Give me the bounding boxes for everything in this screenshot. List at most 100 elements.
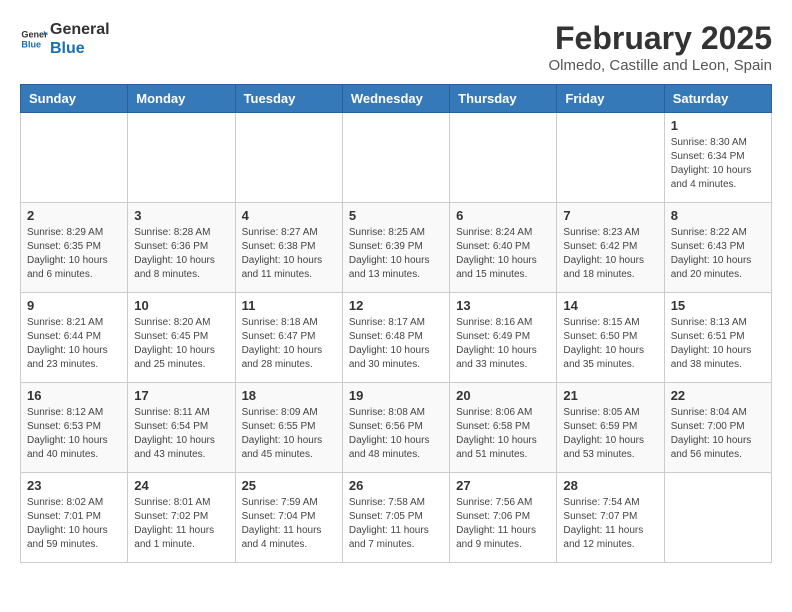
day-number: 27 bbox=[456, 478, 550, 493]
calendar-cell: 14Sunrise: 8:15 AM Sunset: 6:50 PM Dayli… bbox=[557, 293, 664, 383]
day-number: 1 bbox=[671, 118, 765, 133]
calendar-cell: 11Sunrise: 8:18 AM Sunset: 6:47 PM Dayli… bbox=[235, 293, 342, 383]
calendar-table: SundayMondayTuesdayWednesdayThursdayFrid… bbox=[20, 84, 772, 563]
day-number: 6 bbox=[456, 208, 550, 223]
calendar-cell: 4Sunrise: 8:27 AM Sunset: 6:38 PM Daylig… bbox=[235, 203, 342, 293]
day-info: Sunrise: 7:56 AM Sunset: 7:06 PM Dayligh… bbox=[456, 496, 550, 552]
day-number: 23 bbox=[27, 478, 121, 493]
calendar-week-4: 16 Sunrise: 8:12 AM Sunset: 6:53 PM Dayli… bbox=[21, 383, 772, 473]
calendar-cell: 20 Sunrise: 8:06 AM Sunset: 6:58 PM Dayli… bbox=[450, 383, 557, 473]
day-info: Sunrise: 8:13 AM Sunset: 6:51 PM Dayligh… bbox=[671, 316, 765, 372]
day-info: Sunrise: 8:22 AM Sunset: 6:43 PM Dayligh… bbox=[671, 226, 765, 282]
day-info: Sunrise: 8:21 AM Sunset: 6:44 PM Dayligh… bbox=[27, 316, 121, 372]
calendar-cell: 5 Sunrise: 8:25 AM Sunset: 6:39 PM Daylig… bbox=[342, 203, 449, 293]
day-info: Sunrise: 8:24 AM Sunset: 6:40 PM Dayligh… bbox=[456, 226, 550, 282]
calendar-week-2: 2 Sunrise: 8:29 AM Sunset: 6:35 PM Daylig… bbox=[21, 203, 772, 293]
weekday-header-tuesday: Tuesday bbox=[235, 85, 342, 113]
weekday-header-row: SundayMondayTuesdayWednesdayThursdayFrid… bbox=[21, 85, 772, 113]
calendar-cell bbox=[21, 113, 128, 203]
day-info: Sunrise: 8:08 AM Sunset: 6:56 PM Dayligh… bbox=[349, 406, 443, 462]
day-number: 26 bbox=[349, 478, 443, 493]
day-number: 13 bbox=[456, 298, 550, 313]
calendar-cell: 18 Sunrise: 8:09 AM Sunset: 6:55 PM Dayli… bbox=[235, 383, 342, 473]
day-number: 18 bbox=[242, 388, 336, 403]
weekday-header-monday: Monday bbox=[128, 85, 235, 113]
weekday-header-saturday: Saturday bbox=[664, 85, 771, 113]
day-info: Sunrise: 8:09 AM Sunset: 6:55 PM Dayligh… bbox=[242, 406, 336, 462]
calendar-week-1: 1 Sunrise: 8:30 AM Sunset: 6:34 PM Daylig… bbox=[21, 113, 772, 203]
day-number: 22 bbox=[671, 388, 765, 403]
weekday-header-wednesday: Wednesday bbox=[342, 85, 449, 113]
day-info: Sunrise: 8:16 AM Sunset: 6:49 PM Dayligh… bbox=[456, 316, 550, 372]
day-info: Sunrise: 8:11 AM Sunset: 6:54 PM Dayligh… bbox=[134, 406, 228, 462]
day-info: Sunrise: 8:18 AM Sunset: 6:47 PM Dayligh… bbox=[242, 316, 336, 372]
calendar-cell: 3Sunrise: 8:28 AM Sunset: 6:36 PM Daylig… bbox=[128, 203, 235, 293]
calendar-cell: 26 Sunrise: 7:58 AM Sunset: 7:05 PM Dayli… bbox=[342, 473, 449, 563]
calendar-week-5: 23 Sunrise: 8:02 AM Sunset: 7:01 PM Dayli… bbox=[21, 473, 772, 563]
calendar-cell bbox=[450, 113, 557, 203]
calendar-cell: 19 Sunrise: 8:08 AM Sunset: 6:56 PM Dayli… bbox=[342, 383, 449, 473]
day-info: Sunrise: 8:04 AM Sunset: 7:00 PM Dayligh… bbox=[671, 406, 765, 462]
logo: General Blue General Blue bbox=[20, 20, 110, 58]
calendar-cell bbox=[235, 113, 342, 203]
day-info: Sunrise: 8:01 AM Sunset: 7:02 PM Dayligh… bbox=[134, 496, 228, 552]
calendar-cell bbox=[342, 113, 449, 203]
day-info: Sunrise: 8:06 AM Sunset: 6:58 PM Dayligh… bbox=[456, 406, 550, 462]
calendar-cell: 23 Sunrise: 8:02 AM Sunset: 7:01 PM Dayli… bbox=[21, 473, 128, 563]
calendar-cell: 12Sunrise: 8:17 AM Sunset: 6:48 PM Dayli… bbox=[342, 293, 449, 383]
day-info: Sunrise: 8:28 AM Sunset: 6:36 PM Dayligh… bbox=[134, 226, 228, 282]
calendar-cell: 9 Sunrise: 8:21 AM Sunset: 6:44 PM Daylig… bbox=[21, 293, 128, 383]
page-title: February 2025 bbox=[549, 20, 772, 57]
calendar-cell: 21 Sunrise: 8:05 AM Sunset: 6:59 PM Dayli… bbox=[557, 383, 664, 473]
day-number: 8 bbox=[671, 208, 765, 223]
day-number: 19 bbox=[349, 388, 443, 403]
svg-text:Blue: Blue bbox=[21, 40, 41, 50]
day-number: 2 bbox=[27, 208, 121, 223]
calendar-week-3: 9 Sunrise: 8:21 AM Sunset: 6:44 PM Daylig… bbox=[21, 293, 772, 383]
day-number: 12 bbox=[349, 298, 443, 313]
calendar-cell: 16 Sunrise: 8:12 AM Sunset: 6:53 PM Dayli… bbox=[21, 383, 128, 473]
calendar-cell: 22 Sunrise: 8:04 AM Sunset: 7:00 PM Dayli… bbox=[664, 383, 771, 473]
calendar-cell: 13 Sunrise: 8:16 AM Sunset: 6:49 PM Dayli… bbox=[450, 293, 557, 383]
calendar-cell: 15 Sunrise: 8:13 AM Sunset: 6:51 PM Dayli… bbox=[664, 293, 771, 383]
calendar-cell: 6 Sunrise: 8:24 AM Sunset: 6:40 PM Daylig… bbox=[450, 203, 557, 293]
day-number: 10 bbox=[134, 298, 228, 313]
page-subtitle: Olmedo, Castille and Leon, Spain bbox=[549, 57, 772, 74]
day-info: Sunrise: 8:29 AM Sunset: 6:35 PM Dayligh… bbox=[27, 226, 121, 282]
day-number: 7 bbox=[563, 208, 657, 223]
title-block: February 2025 Olmedo, Castille and Leon,… bbox=[549, 20, 772, 74]
day-number: 15 bbox=[671, 298, 765, 313]
calendar-cell: 10 Sunrise: 8:20 AM Sunset: 6:45 PM Dayli… bbox=[128, 293, 235, 383]
calendar-cell bbox=[664, 473, 771, 563]
weekday-header-thursday: Thursday bbox=[450, 85, 557, 113]
day-info: Sunrise: 7:58 AM Sunset: 7:05 PM Dayligh… bbox=[349, 496, 443, 552]
day-info: Sunrise: 7:54 AM Sunset: 7:07 PM Dayligh… bbox=[563, 496, 657, 552]
calendar-cell bbox=[557, 113, 664, 203]
day-info: Sunrise: 8:27 AM Sunset: 6:38 PM Dayligh… bbox=[242, 226, 336, 282]
day-info: Sunrise: 8:12 AM Sunset: 6:53 PM Dayligh… bbox=[27, 406, 121, 462]
day-number: 9 bbox=[27, 298, 121, 313]
day-info: Sunrise: 8:15 AM Sunset: 6:50 PM Dayligh… bbox=[563, 316, 657, 372]
day-number: 20 bbox=[456, 388, 550, 403]
day-number: 16 bbox=[27, 388, 121, 403]
day-info: Sunrise: 8:25 AM Sunset: 6:39 PM Dayligh… bbox=[349, 226, 443, 282]
day-info: Sunrise: 7:59 AM Sunset: 7:04 PM Dayligh… bbox=[242, 496, 336, 552]
calendar-cell: 7 Sunrise: 8:23 AM Sunset: 6:42 PM Daylig… bbox=[557, 203, 664, 293]
day-info: Sunrise: 8:20 AM Sunset: 6:45 PM Dayligh… bbox=[134, 316, 228, 372]
day-info: Sunrise: 8:30 AM Sunset: 6:34 PM Dayligh… bbox=[671, 136, 765, 192]
logo-general: General bbox=[50, 20, 110, 39]
calendar-header: SundayMondayTuesdayWednesdayThursdayFrid… bbox=[21, 85, 772, 113]
day-number: 21 bbox=[563, 388, 657, 403]
calendar-cell: 8 Sunrise: 8:22 AM Sunset: 6:43 PM Daylig… bbox=[664, 203, 771, 293]
day-info: Sunrise: 8:23 AM Sunset: 6:42 PM Dayligh… bbox=[563, 226, 657, 282]
day-number: 24 bbox=[134, 478, 228, 493]
day-number: 17 bbox=[134, 388, 228, 403]
calendar-cell: 27 Sunrise: 7:56 AM Sunset: 7:06 PM Dayli… bbox=[450, 473, 557, 563]
logo-blue: Blue bbox=[50, 39, 110, 58]
calendar-cell: 2 Sunrise: 8:29 AM Sunset: 6:35 PM Daylig… bbox=[21, 203, 128, 293]
day-info: Sunrise: 8:05 AM Sunset: 6:59 PM Dayligh… bbox=[563, 406, 657, 462]
day-number: 25 bbox=[242, 478, 336, 493]
calendar-cell: 17 Sunrise: 8:11 AM Sunset: 6:54 PM Dayli… bbox=[128, 383, 235, 473]
day-number: 5 bbox=[349, 208, 443, 223]
day-info: Sunrise: 8:02 AM Sunset: 7:01 PM Dayligh… bbox=[27, 496, 121, 552]
